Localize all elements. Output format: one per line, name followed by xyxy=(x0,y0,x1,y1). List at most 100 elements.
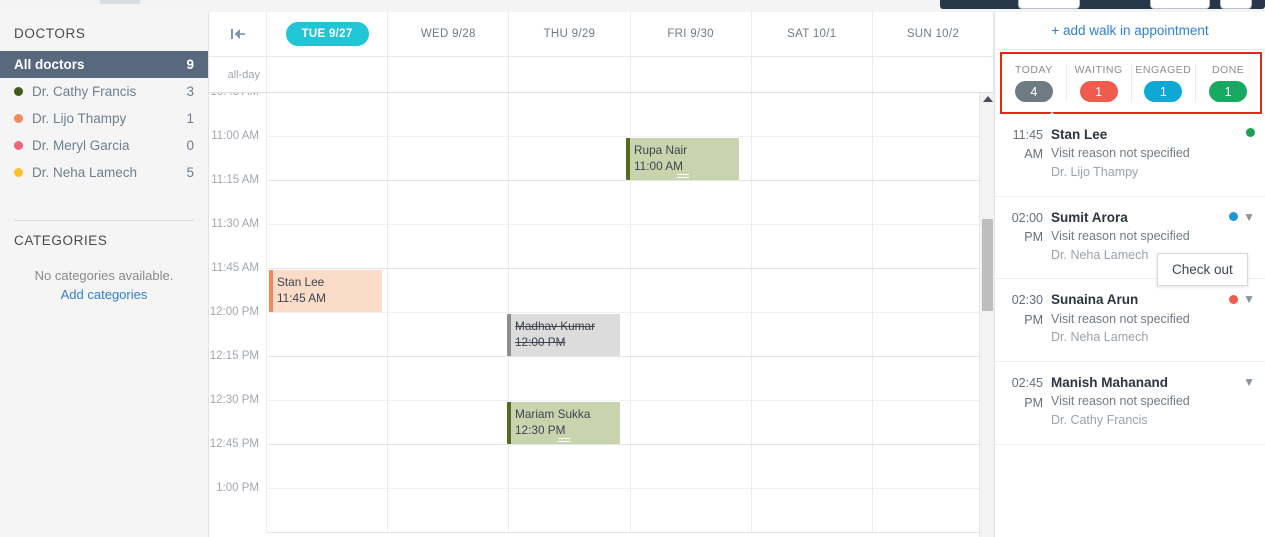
time-slot-cell[interactable] xyxy=(509,137,631,181)
day-column-header[interactable]: FRI 9/30 xyxy=(631,12,752,56)
sidebar-item-doctor[interactable]: Dr. Cathy Francis 3 xyxy=(0,78,208,105)
status-tab-engaged[interactable]: ENGAGED 1 xyxy=(1130,64,1196,102)
time-slot-cell[interactable] xyxy=(388,445,510,489)
time-slot-cell[interactable] xyxy=(267,357,389,401)
time-slot-cell[interactable] xyxy=(872,445,994,489)
previous-week-button[interactable] xyxy=(209,12,267,56)
time-slot-cell[interactable] xyxy=(630,401,752,445)
time-slot-cell[interactable] xyxy=(509,93,631,137)
all-day-cell[interactable] xyxy=(509,57,631,92)
scroll-up-arrow-icon[interactable] xyxy=(983,96,993,102)
calendar-scrollbar[interactable] xyxy=(979,93,994,537)
toolbar-button-3[interactable] xyxy=(1220,0,1252,9)
time-slot-cell[interactable] xyxy=(872,225,994,269)
all-day-cell[interactable] xyxy=(267,57,389,92)
time-slot-cell[interactable] xyxy=(630,225,752,269)
time-slot-cell[interactable] xyxy=(751,445,873,489)
time-slot-cell[interactable] xyxy=(872,313,994,357)
event-resize-handle[interactable] xyxy=(676,174,689,178)
time-slot-cell[interactable] xyxy=(751,313,873,357)
day-column-header[interactable]: TUE 9/27 xyxy=(267,12,389,56)
calendar-event[interactable]: Madhav Kumar 12:00 PM xyxy=(507,314,620,356)
time-slot-cell[interactable] xyxy=(388,357,510,401)
time-slot-cell[interactable] xyxy=(630,313,752,357)
time-slot-cell[interactable] xyxy=(388,93,510,137)
time-slot-cell[interactable] xyxy=(388,225,510,269)
time-slot-cell[interactable] xyxy=(630,445,752,489)
time-slot-cell[interactable] xyxy=(872,401,994,445)
time-slot-cell[interactable] xyxy=(509,489,631,533)
calendar-event[interactable]: Rupa Nair 11:00 AM xyxy=(626,138,739,180)
time-slot-cell[interactable] xyxy=(388,489,510,533)
time-slot-cell[interactable] xyxy=(267,313,389,357)
time-slot-cell[interactable] xyxy=(630,357,752,401)
day-column-header[interactable]: SAT 10/1 xyxy=(752,12,873,56)
time-slot-cell[interactable] xyxy=(509,269,631,313)
time-slot-cell[interactable] xyxy=(267,181,389,225)
time-slot-cell[interactable] xyxy=(872,269,994,313)
time-slot-cell[interactable] xyxy=(388,269,510,313)
day-column-header[interactable]: THU 9/29 xyxy=(509,12,631,56)
toolbar-button-2[interactable] xyxy=(1150,0,1210,9)
check-out-tooltip[interactable]: Check out xyxy=(1157,253,1248,286)
time-slot-cell[interactable] xyxy=(509,225,631,269)
sidebar-item-doctor[interactable]: Dr. Neha Lamech 5 xyxy=(0,159,208,186)
time-slot-cell[interactable] xyxy=(630,489,752,533)
appointment-list-item[interactable]: 11:45 AM Stan Lee Visit reason not specifie… xyxy=(995,114,1265,197)
all-day-cell[interactable] xyxy=(388,57,510,92)
time-slot-cell[interactable] xyxy=(630,93,752,137)
time-slot-cell[interactable] xyxy=(872,357,994,401)
time-slot-cell[interactable] xyxy=(751,181,873,225)
calendar-event[interactable]: Mariam Sukka 12:30 PM xyxy=(507,402,620,444)
time-slot-cell[interactable] xyxy=(630,181,752,225)
time-slot-cell[interactable] xyxy=(751,269,873,313)
time-slot-cell[interactable] xyxy=(267,93,389,137)
time-slot-cell[interactable] xyxy=(751,93,873,137)
status-tab-waiting[interactable]: WAITING 1 xyxy=(1065,64,1131,102)
calendar-event[interactable]: Stan Lee 11:45 AM xyxy=(269,270,382,312)
time-slot-cell[interactable] xyxy=(509,445,631,489)
time-slot-cell[interactable] xyxy=(751,137,873,181)
time-slot-cell[interactable] xyxy=(267,137,389,181)
chevron-down-icon[interactable]: ▼ xyxy=(1243,376,1255,388)
scrollbar-thumb[interactable] xyxy=(982,219,993,311)
time-slot-cell[interactable] xyxy=(872,137,994,181)
chevron-down-icon[interactable]: ▼ xyxy=(1243,293,1255,305)
time-slot-cell[interactable] xyxy=(388,137,510,181)
time-slot-cell[interactable] xyxy=(872,93,994,137)
sidebar-item-all-doctors[interactable]: All doctors 9 xyxy=(0,51,208,78)
time-slot-cell[interactable] xyxy=(267,401,389,445)
all-day-cell[interactable] xyxy=(751,57,873,92)
all-day-cell[interactable] xyxy=(630,57,752,92)
day-column-header[interactable]: SUN 10/2 xyxy=(873,12,994,56)
time-slot-cell[interactable] xyxy=(388,401,510,445)
sidebar-item-doctor[interactable]: Dr. Lijo Thampy 1 xyxy=(0,105,208,132)
time-slot-cell[interactable] xyxy=(509,181,631,225)
status-tab-done[interactable]: DONE 1 xyxy=(1195,64,1260,102)
time-slot-cell[interactable] xyxy=(267,445,389,489)
time-slot-cell[interactable] xyxy=(388,313,510,357)
event-resize-handle[interactable] xyxy=(557,438,570,442)
toolbar-button-1[interactable] xyxy=(1018,0,1080,9)
all-day-cell[interactable] xyxy=(872,57,994,92)
time-slot-cell[interactable] xyxy=(751,357,873,401)
time-slot-cell[interactable] xyxy=(872,181,994,225)
time-slot-cell[interactable] xyxy=(267,489,389,533)
doctor-list: Dr. Cathy Francis 3 Dr. Lijo Thampy 1 Dr. Me… xyxy=(0,78,208,186)
time-slot-cell[interactable] xyxy=(630,269,752,313)
appointment-list-item[interactable]: 02:30 PM Sunaina Arun Visit reason not spec… xyxy=(995,279,1265,363)
time-slot-cell[interactable] xyxy=(751,225,873,269)
day-column-header[interactable]: WED 9/28 xyxy=(388,12,510,56)
time-slot-cell[interactable] xyxy=(751,489,873,533)
time-slot-cell[interactable] xyxy=(509,357,631,401)
time-slot-cell[interactable] xyxy=(267,225,389,269)
time-slot-cell[interactable] xyxy=(751,401,873,445)
appointment-list-item[interactable]: 02:45 PM Manish Mahanand Visit reason not s… xyxy=(995,362,1265,445)
status-tab-today[interactable]: TODAY 4 xyxy=(1002,64,1066,102)
time-slot-cell[interactable] xyxy=(388,181,510,225)
add-categories-link[interactable]: Add categories xyxy=(0,287,208,302)
add-walk-in-appointment-button[interactable]: + add walk in appointment xyxy=(995,12,1265,50)
time-slot-cell[interactable] xyxy=(872,489,994,533)
chevron-down-icon[interactable]: ▼ xyxy=(1243,211,1255,223)
sidebar-item-doctor[interactable]: Dr. Meryl Garcia 0 xyxy=(0,132,208,159)
